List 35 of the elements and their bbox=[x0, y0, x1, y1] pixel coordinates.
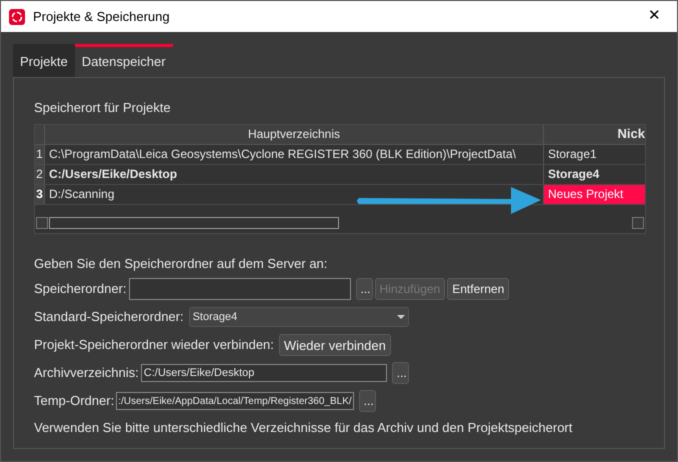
default-folder-dropdown[interactable]: Storage4 bbox=[188, 307, 409, 327]
field-label: Standard-Speicherordner: bbox=[34, 308, 184, 326]
close-button[interactable]: ✕ bbox=[640, 5, 669, 28]
row-number: 2 bbox=[35, 164, 45, 184]
window-title: Projekte & Speicherung bbox=[33, 8, 170, 26]
scrollbar-thumb[interactable] bbox=[49, 216, 339, 228]
dropdown-caret-icon bbox=[396, 315, 405, 319]
section-title: Speicherort für Projekte bbox=[34, 99, 172, 117]
remove-button[interactable]: Entfernen bbox=[447, 278, 510, 300]
column-header: Hauptverzeichnis bbox=[45, 124, 544, 144]
table-cell: C:\ProgramData\Leica Geosystems\Cyclone REGISTER 360 (BLK Edition)\ProjectData\ bbox=[45, 144, 544, 164]
row-number: 1 bbox=[35, 144, 45, 164]
table-cell: C:/Users/Eike/Desktop bbox=[45, 164, 544, 184]
field-label: Temp-Ordner: bbox=[34, 392, 114, 410]
browse-button[interactable]: ... bbox=[392, 362, 409, 384]
field-label: Speicherordner: bbox=[34, 280, 126, 298]
app-logo-icon bbox=[9, 8, 25, 24]
table-cell-text: Storage1 bbox=[547, 146, 598, 163]
note-text: Verwenden Sie bitte unterschiedliche Verzeichnisse für das Archiv und den Projektspeicherort bbox=[34, 419, 574, 437]
temp-folder-field[interactable]: :/Users/Eike/AppData/Local/Temp/Register360_BLK/ bbox=[116, 392, 354, 410]
field-label: Projekt-Speicherordner wieder verbinden: bbox=[34, 336, 274, 354]
column-header: Nick bbox=[616, 125, 645, 144]
storage-folder-field[interactable] bbox=[128, 278, 350, 300]
browse-button[interactable]: ... bbox=[356, 278, 372, 300]
reconnect-button[interactable]: Wieder verbinden bbox=[278, 334, 391, 356]
browse-button[interactable]: ... bbox=[358, 390, 376, 412]
tab[interactable]: Projekte bbox=[13, 44, 75, 77]
row-number: 3 bbox=[35, 184, 45, 204]
scroll-left-button[interactable] bbox=[36, 216, 48, 228]
archive-field[interactable]: C:/Users/Eike/Desktop bbox=[140, 364, 387, 382]
table-cell-text: Storage4 bbox=[547, 166, 600, 183]
field-label: Archivverzeichnis: bbox=[34, 364, 139, 382]
scroll-right-button[interactable] bbox=[632, 216, 644, 228]
server-hint: Geben Sie den Speicherordner auf dem Server an: bbox=[34, 254, 328, 273]
table-cell: Neues Projekt bbox=[544, 184, 645, 204]
